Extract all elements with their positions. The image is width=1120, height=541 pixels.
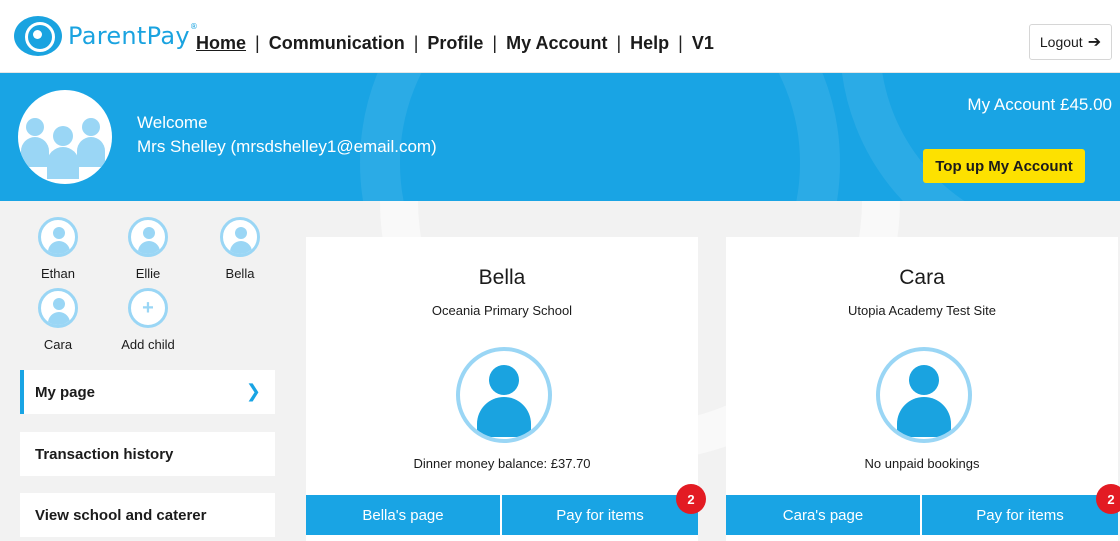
card-school-name: Utopia Academy Test Site	[848, 303, 996, 318]
child-avatar-icon	[456, 347, 552, 443]
registered-mark: ®	[189, 22, 199, 31]
parentpay-logo[interactable]: ParentPay®	[14, 16, 198, 56]
child-ethan[interactable]: Ethan	[28, 217, 88, 281]
child-avatar-icon	[38, 288, 78, 328]
add-icon: +	[128, 288, 168, 328]
nav-separator: |	[678, 33, 683, 53]
card-child-name: Cara	[899, 266, 945, 289]
child-page-button[interactable]: Bella's page	[306, 495, 500, 535]
child-avatar-icon	[876, 347, 972, 443]
nav-profile[interactable]: Profile	[427, 33, 483, 54]
child-card-bella: Bella Oceania Primary School Dinner mone…	[306, 237, 698, 541]
child-name: Cara	[43, 337, 73, 352]
card-status-text: Dinner money balance: £37.70	[413, 456, 591, 471]
pay-for-items-button[interactable]: Pay for items	[502, 495, 698, 535]
child-name: Bella	[225, 266, 255, 281]
parentpay-logo-icon	[14, 16, 62, 56]
child-card-cara: Cara Utopia Academy Test Site No unpaid …	[726, 237, 1118, 541]
nav-separator: |	[616, 33, 622, 53]
user-identity: Mrs Shelley (mrsdshelley1@email.com)	[137, 137, 437, 156]
child-name: Ellie	[135, 266, 161, 281]
top-up-button[interactable]: Top up My Account	[923, 149, 1085, 183]
card-status-text: No unpaid bookings	[864, 456, 980, 471]
child-bella[interactable]: Bella	[210, 217, 270, 281]
card-school-name: Oceania Primary School	[431, 303, 573, 318]
top-navigation: ParentPay® Home | Communication | Profil…	[0, 0, 1120, 73]
notification-badge: 2	[676, 484, 706, 514]
menu-item-label: My page	[35, 383, 96, 401]
main-nav: Home | Communication | Profile | My Acco…	[196, 33, 714, 54]
logout-button[interactable]: Logout ➔	[1029, 24, 1112, 60]
notification-badge: 2	[1096, 484, 1120, 514]
nav-home[interactable]: Home	[196, 33, 246, 54]
menu-view-school-and-caterer[interactable]: View school and caterer	[20, 493, 275, 537]
child-avatar-icon	[38, 217, 78, 257]
child-ellie[interactable]: Ellie	[118, 217, 178, 281]
child-avatar-icon	[220, 217, 260, 257]
logout-label: Logout	[1039, 34, 1083, 50]
child-page-button[interactable]: Cara's page	[726, 495, 920, 535]
pay-for-items-button[interactable]: Pay for items	[922, 495, 1118, 535]
menu-transaction-history[interactable]: Transaction history	[20, 432, 275, 476]
welcome-banner: Welcome Mrs Shelley (mrsdshelley1@email.…	[0, 73, 1120, 201]
chevron-right-icon: ❯	[245, 381, 261, 401]
welcome-text: Welcome	[137, 113, 208, 132]
nav-separator: |	[255, 33, 260, 53]
nav-communication[interactable]: Communication	[269, 33, 405, 54]
child-avatar-icon	[128, 217, 168, 257]
nav-separator: |	[492, 33, 498, 53]
nav-v1[interactable]: V1	[692, 33, 714, 54]
family-avatar	[18, 90, 112, 184]
card-child-name: Bella	[478, 266, 526, 289]
menu-my-page[interactable]: My page ❯	[20, 370, 275, 414]
child-name: Ethan	[41, 266, 75, 281]
menu-item-label: View school and caterer	[35, 506, 207, 524]
child-cara[interactable]: Cara	[28, 288, 88, 352]
account-balance: My Account £45.00	[967, 95, 1112, 114]
nav-separator: |	[413, 33, 419, 53]
nav-help[interactable]: Help	[630, 33, 669, 54]
menu-item-label: Transaction history	[35, 445, 174, 463]
nav-my-account[interactable]: My Account	[506, 33, 607, 54]
add-child-button[interactable]: + Add child	[111, 288, 185, 352]
add-child-label: Add child	[121, 337, 175, 352]
logout-icon: ➔	[1087, 34, 1102, 51]
brand-name: ParentPay	[68, 22, 190, 50]
